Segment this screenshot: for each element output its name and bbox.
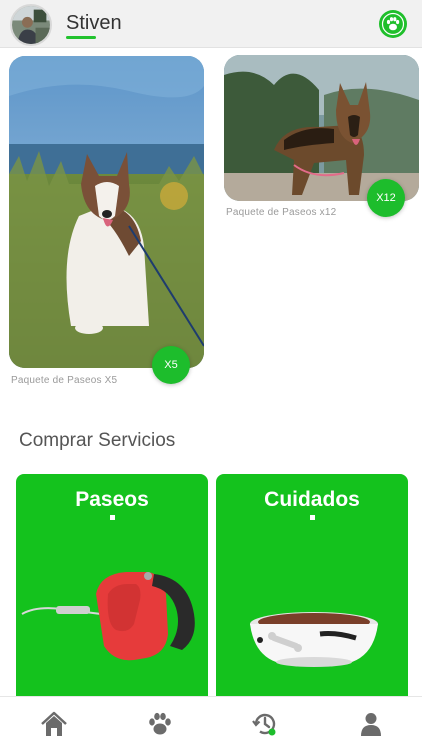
package-label-x12: Paquete de Paseos x12 <box>226 207 337 218</box>
username: Stiven <box>66 12 122 34</box>
package-badge-x5[interactable]: X5 <box>152 346 190 384</box>
package-card-x5[interactable] <box>9 56 204 368</box>
history-icon[interactable] <box>248 707 282 741</box>
username-underline <box>66 36 96 39</box>
bottom-nav <box>0 696 422 750</box>
paw-logo-icon[interactable] <box>378 9 408 39</box>
package-badge-x12[interactable]: X12 <box>367 179 405 217</box>
profile-icon[interactable] <box>354 707 388 741</box>
husky-dog-photo <box>9 56 204 368</box>
home-icon[interactable] <box>37 707 71 741</box>
service-dot-cuidados <box>310 515 315 520</box>
service-title-paseos: Paseos <box>75 488 149 511</box>
leash-image <box>21 572 195 661</box>
section-title-comprar-servicios: Comprar Servicios <box>19 430 176 451</box>
paw-icon[interactable] <box>143 707 177 741</box>
service-title-cuidados: Cuidados <box>264 488 360 511</box>
avatar[interactable] <box>10 4 52 46</box>
service-card-cuidados[interactable]: Cuidados <box>216 474 408 696</box>
package-label-x5: Paquete de Paseos X5 <box>11 375 118 386</box>
app-header: Stiven <box>0 0 422 48</box>
dog-bowl-image <box>250 612 378 667</box>
service-dot-paseos <box>110 515 115 520</box>
service-card-paseos[interactable]: Paseos <box>16 474 208 696</box>
